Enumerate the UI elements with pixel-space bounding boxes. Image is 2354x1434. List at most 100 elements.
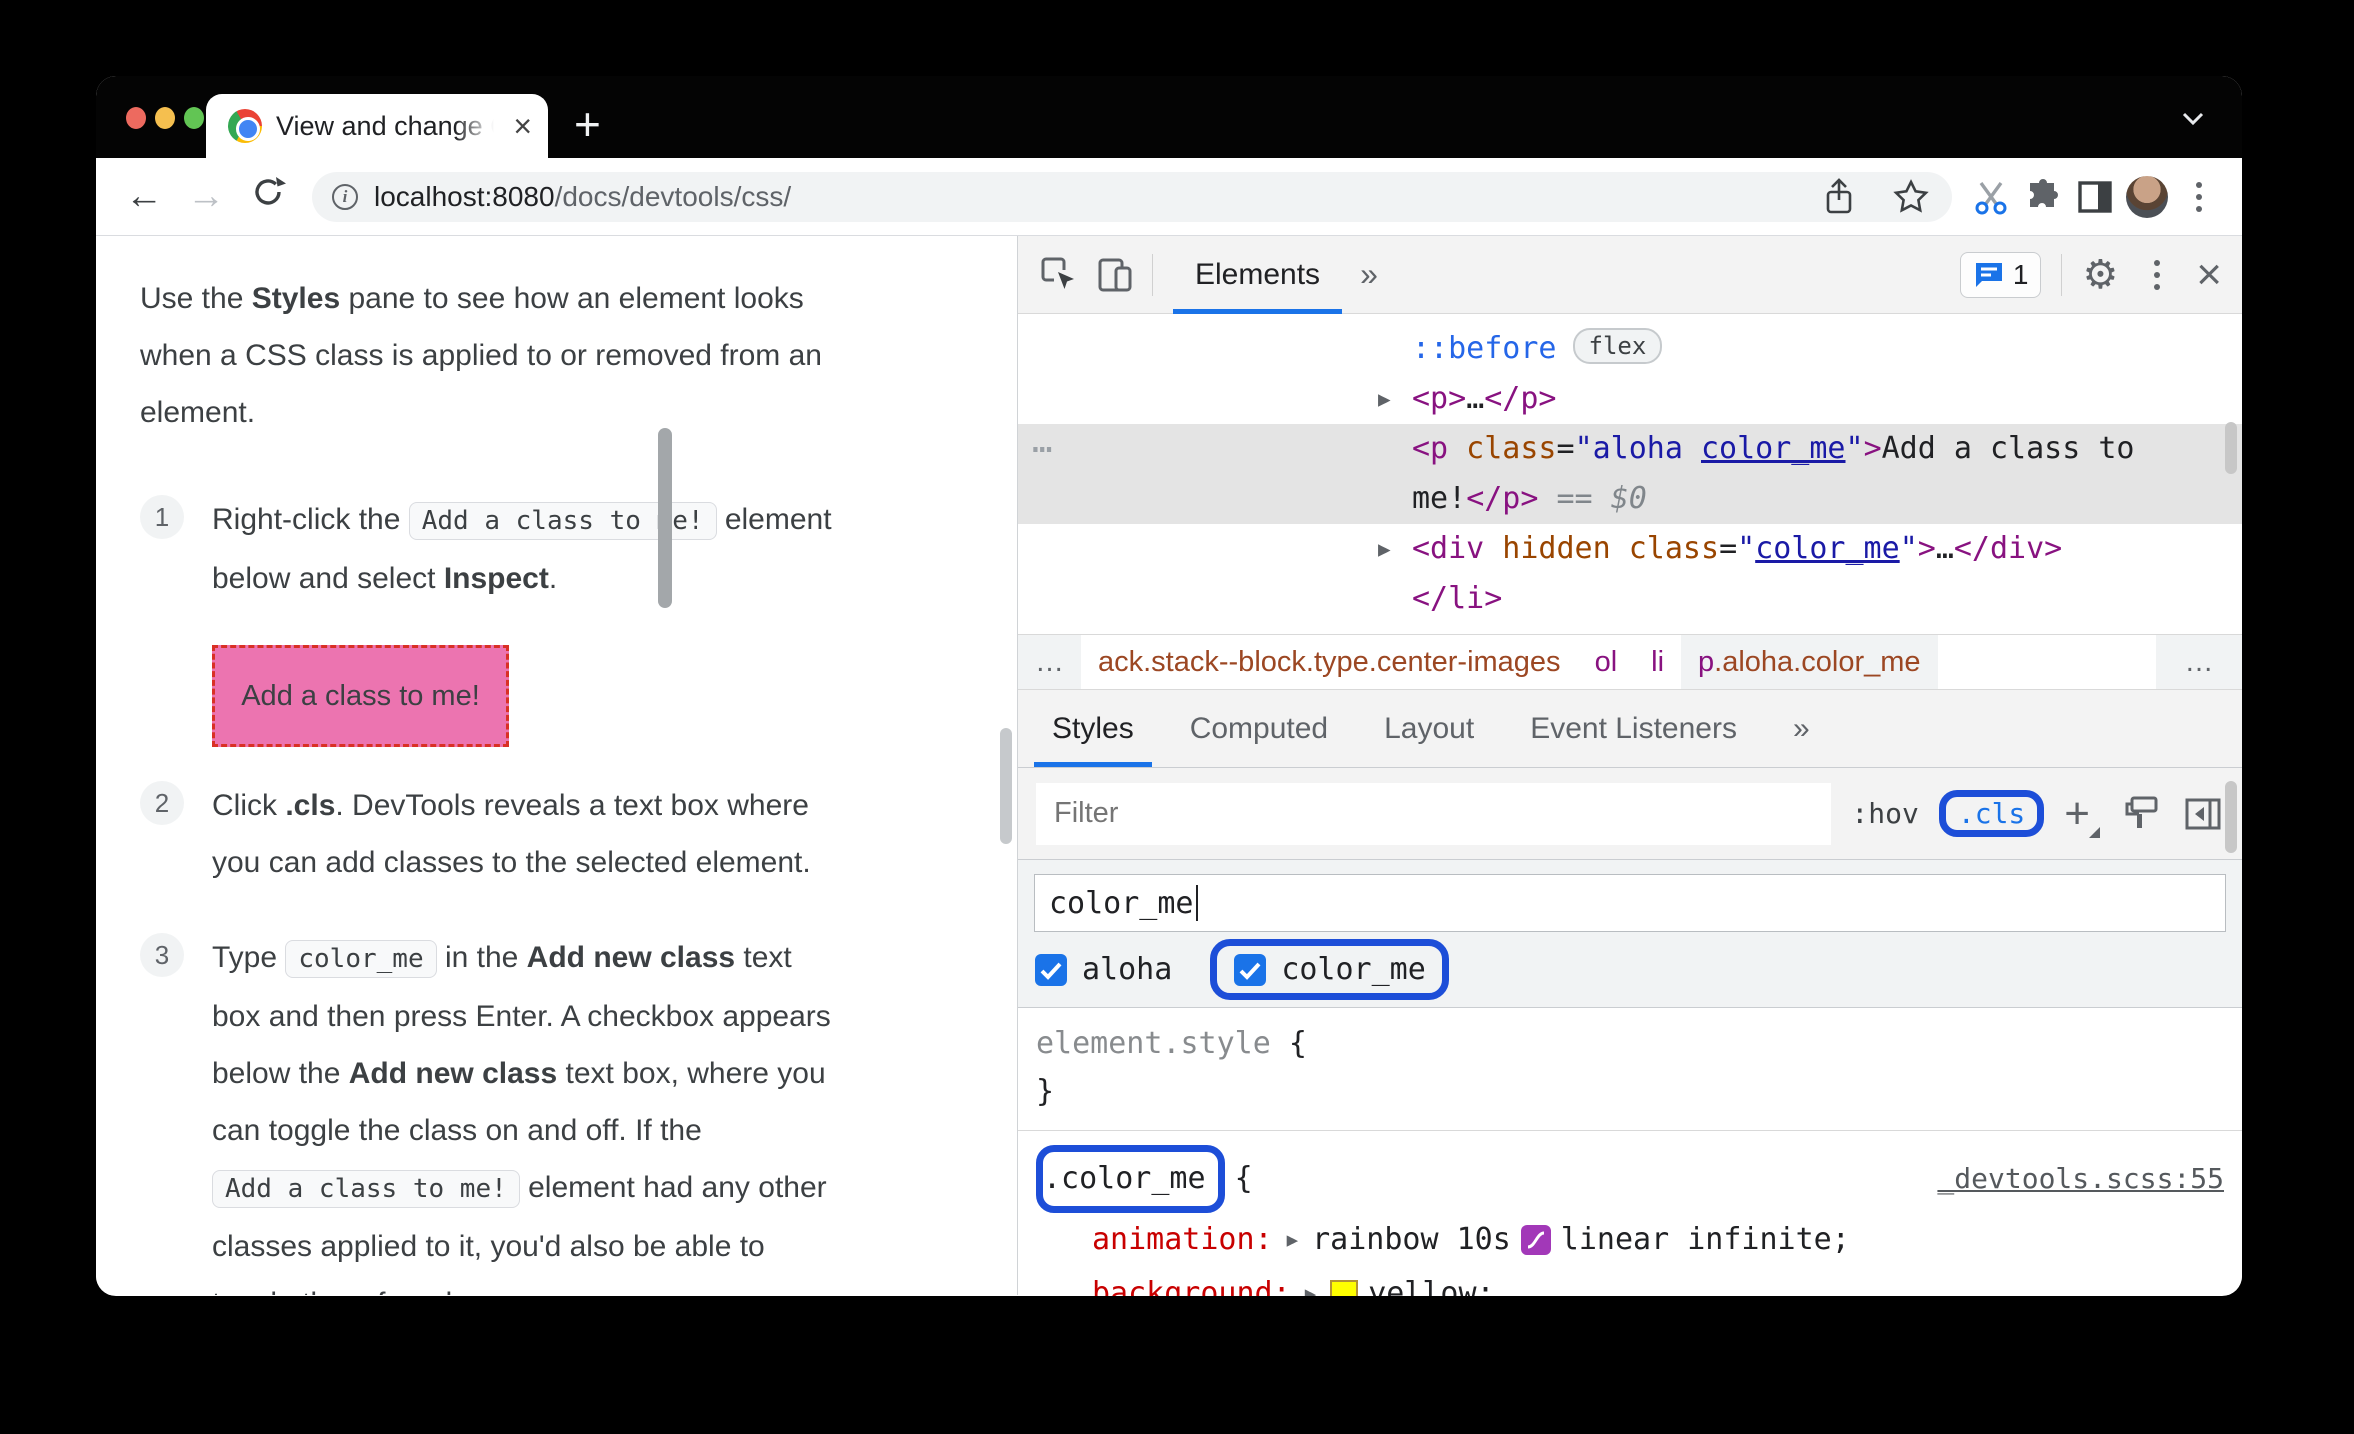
demo-add-class-box[interactable]: Add a class to me! <box>212 645 509 747</box>
dom-node-p-selected[interactable]: … <p class="aloha color_me">Add a class … <box>1018 421 2242 524</box>
styles-scrollbar-thumb[interactable] <box>2225 781 2237 853</box>
extensions-puzzle-icon[interactable] <box>2022 176 2064 218</box>
window-controls <box>126 107 204 129</box>
url-text: localhost:8080/docs/devtools/css/ <box>374 180 792 212</box>
inner-scrollbar-thumb[interactable] <box>658 428 672 608</box>
page-content: Use the Styles pane to see how an elemen… <box>96 236 1017 1295</box>
checkbox-checked-icon <box>1035 953 1067 986</box>
intro-paragraph: Use the Styles pane to see how an elemen… <box>140 282 822 429</box>
forward-button[interactable]: → <box>180 175 232 218</box>
step-3: 3 Type color_me in the Add new class tex… <box>140 929 1017 1295</box>
step-number: 3 <box>140 933 184 977</box>
demo-box-label: Add a class to me! <box>241 679 480 712</box>
breadcrumb-item-selected[interactable]: p .aloha.color_me <box>1681 635 1938 689</box>
devtools-toolbar: Elements » 1 ⚙ × <box>1018 236 2242 314</box>
dom-node-li-close[interactable]: </li> <box>1018 574 2242 624</box>
chrome-favicon-icon <box>228 109 262 143</box>
tab-title: View and change CSS - Chrome <box>276 110 494 141</box>
tab-strip: View and change CSS - Chrome × + <box>96 76 2242 158</box>
devtools-menu-icon[interactable] <box>2136 254 2178 296</box>
profile-avatar[interactable] <box>2126 175 2168 218</box>
text-cursor <box>1195 885 1198 921</box>
browser-window: View and change CSS - Chrome × + ← → i l… <box>96 76 2242 1296</box>
more-tabs-chevron[interactable]: » <box>1765 690 1838 767</box>
step-text: Right-click the Add a class to me! eleme… <box>212 502 832 595</box>
chat-bubble-icon <box>1975 262 2002 287</box>
breadcrumb-item-ol[interactable]: ol <box>1578 635 1635 689</box>
scissors-extension-icon[interactable] <box>1970 176 2012 218</box>
maximize-window-button[interactable] <box>184 107 204 129</box>
add-class-value: color_me <box>1049 885 1194 921</box>
tab-event-listeners[interactable]: Event Listeners <box>1502 690 1765 767</box>
step-number: 2 <box>140 781 184 825</box>
styles-filter-bar: :hov .cls + <box>1018 768 2242 860</box>
dom-node-div-hidden[interactable]: ▶ <div hidden class="color_me">…</div> <box>1018 524 2242 574</box>
site-info-icon[interactable]: i <box>332 183 358 210</box>
step-number: 1 <box>140 495 184 539</box>
tab-computed[interactable]: Computed <box>1162 690 1356 767</box>
tab-styles[interactable]: Styles <box>1024 690 1162 767</box>
new-style-rule-button[interactable]: + <box>2064 791 2100 838</box>
browser-navbar: ← → i localhost:8080/docs/devtools/css/ <box>96 158 2242 236</box>
more-panels-chevron[interactable]: » <box>1346 256 1392 293</box>
toggle-cls-button[interactable]: .cls <box>1946 794 2037 833</box>
browser-tab[interactable]: View and change CSS - Chrome × <box>206 94 548 158</box>
back-button[interactable]: ← <box>118 175 170 218</box>
breadcrumb-overflow-left[interactable]: … <box>1018 635 1081 689</box>
css-property-background[interactable]: background: ▶ yellow; <box>1036 1267 2224 1296</box>
close-devtools-icon[interactable]: × <box>2196 252 2222 297</box>
tab-close-icon[interactable]: × <box>513 110 532 142</box>
element-style-rule[interactable]: element.style { } <box>1018 1008 2242 1131</box>
add-class-input[interactable]: color_me <box>1034 874 2226 932</box>
step-1: 1 Right-click the Add a class to me! ele… <box>140 491 1017 607</box>
breadcrumb-item-li[interactable]: li <box>1634 635 1681 689</box>
stylesheet-source-link[interactable]: _devtools.scss:55 <box>1937 1152 2224 1206</box>
minimize-window-button[interactable] <box>155 107 175 129</box>
rendering-emulation-icon[interactable] <box>2120 793 2162 835</box>
rule-selector[interactable]: .color_me <box>1031 1161 1218 1196</box>
device-toolbar-icon[interactable] <box>1094 254 1136 296</box>
address-bar[interactable]: i localhost:8080/docs/devtools/css/ <box>312 171 1952 222</box>
class-toggle-color-me[interactable]: color_me <box>1210 939 1449 1000</box>
devtools-panel: Elements » 1 ⚙ × ::before flex ▶ <p>…</p> <box>1017 236 2242 1296</box>
dom-node-before-pseudo[interactable]: ::before flex <box>1018 324 2242 374</box>
color-me-rule[interactable]: .color_me { _devtools.scss:55 animation:… <box>1018 1131 2242 1296</box>
side-panel-icon[interactable] <box>2074 176 2116 218</box>
checkbox-checked-icon <box>1234 953 1267 986</box>
browser-menu-icon[interactable] <box>2178 176 2220 218</box>
bezier-editor-icon[interactable] <box>1520 1225 1551 1255</box>
settings-gear-icon[interactable]: ⚙ <box>2082 255 2118 295</box>
dom-scrollbar-thumb[interactable] <box>2225 422 2237 474</box>
step-text: Click .cls. DevTools reveals a text box … <box>212 789 811 879</box>
expand-arrow-icon[interactable]: ▶ <box>1287 1213 1298 1267</box>
css-property-animation[interactable]: animation: ▶ rainbow 10s linear infinite… <box>1036 1213 2224 1267</box>
node-options-dots[interactable]: … <box>1032 416 1054 466</box>
styles-tab-bar: Styles Computed Layout Event Listeners » <box>1018 690 2242 768</box>
color-me-annotation-ring: .color_me <box>1036 1145 1225 1213</box>
step-text: Type color_me in the Add new class text … <box>212 940 831 1295</box>
dom-node-p-collapsed[interactable]: ▶ <p>…</p> <box>1018 374 2242 424</box>
page-scrollbar-thumb[interactable] <box>1000 728 1012 844</box>
bookmark-star-icon[interactable] <box>1890 176 1932 218</box>
breadcrumb-item-stack[interactable]: ack.stack--block.type.center-images <box>1081 635 1578 689</box>
class-toggles-row: aloha color_me <box>1018 939 2242 1008</box>
color-swatch-yellow[interactable] <box>1330 1280 1359 1296</box>
new-tab-button[interactable]: + <box>574 100 601 148</box>
toggle-hov-button[interactable]: :hov <box>1851 797 1918 830</box>
breadcrumb: … ack.stack--block.type.center-images ol… <box>1018 634 2242 690</box>
class-toggle-aloha[interactable]: aloha <box>1034 952 1172 987</box>
reload-button[interactable] <box>242 174 294 220</box>
steps-list: 1 Right-click the Add a class to me! ele… <box>140 491 1017 1295</box>
inspect-element-icon[interactable] <box>1038 254 1080 296</box>
share-icon[interactable] <box>1818 176 1860 218</box>
tab-elements[interactable]: Elements <box>1169 236 1346 314</box>
expand-arrow-icon[interactable]: ▶ <box>1305 1267 1316 1296</box>
step-2: 2 Click .cls. DevTools reveals a text bo… <box>140 777 1017 891</box>
tab-layout[interactable]: Layout <box>1356 690 1502 767</box>
show-sidebar-icon[interactable] <box>2182 793 2224 835</box>
breadcrumb-overflow-right[interactable]: … <box>2156 635 2242 689</box>
styles-filter-input[interactable] <box>1036 782 1832 845</box>
close-window-button[interactable] <box>126 107 146 129</box>
issues-badge-button[interactable]: 1 <box>1959 251 2042 298</box>
chevron-down-icon[interactable] <box>2176 106 2210 135</box>
